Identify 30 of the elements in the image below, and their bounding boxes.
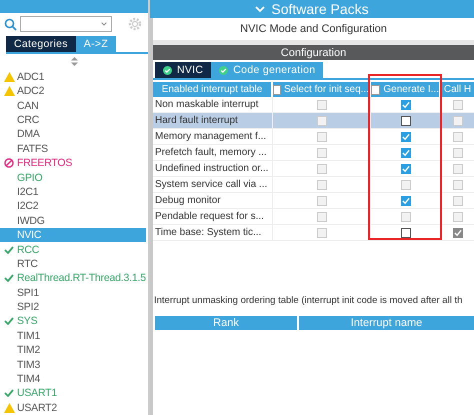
peripheral-item[interactable]: TIM2 bbox=[0, 343, 146, 358]
peripheral-item[interactable]: TIM3 bbox=[0, 357, 146, 372]
peripheral-item[interactable]: DMA bbox=[0, 127, 146, 142]
tab[interactable]: NVIC bbox=[155, 62, 212, 78]
table-cell: Prefetch fault, memory ... bbox=[153, 145, 273, 161]
peripheral-item[interactable]: I2C2 bbox=[0, 199, 146, 214]
table-cell: Pendable request for s... bbox=[153, 209, 273, 225]
peripheral-item[interactable]: I2C1 bbox=[0, 184, 146, 200]
peripheral-item[interactable]: RTC bbox=[0, 256, 146, 272]
tab[interactable]: Categories bbox=[6, 36, 76, 52]
peripheral-item[interactable]: FATFS bbox=[0, 142, 146, 156]
table-cell: Time base: System tic... bbox=[153, 225, 273, 241]
peripheral-item[interactable]: ADC2 bbox=[0, 84, 146, 98]
table-cell: Memory management f... bbox=[153, 129, 273, 145]
peripheral-item[interactable]: CAN bbox=[0, 98, 146, 113]
peripheral-item[interactable]: CRC bbox=[0, 112, 146, 128]
peripheral-item[interactable]: TIM1 bbox=[0, 328, 146, 344]
table-cell: Hard fault interrupt bbox=[153, 113, 273, 129]
table-cell: System service call via ... bbox=[153, 177, 273, 193]
table-cell: Debug monitor bbox=[153, 193, 273, 209]
peripheral-item[interactable]: SPI1 bbox=[0, 285, 146, 300]
peripheral-item[interactable]: SPI2 bbox=[0, 300, 146, 314]
peripheral-item[interactable]: USART2 bbox=[0, 400, 146, 415]
peripheral-item[interactable]: FREERTOS bbox=[0, 156, 146, 170]
peripheral-item[interactable]: ADC1 bbox=[0, 70, 146, 84]
peripheral-item[interactable]: TIM4 bbox=[0, 372, 146, 386]
table-cell: Undefined instruction or... bbox=[153, 161, 273, 177]
peripheral-item[interactable]: IWDG bbox=[0, 214, 146, 228]
table-caption: Interrupt unmasking ordering table (interrupt init code is moved after all th bbox=[153, 295, 464, 306]
section-title: Configuration bbox=[153, 45, 474, 60]
